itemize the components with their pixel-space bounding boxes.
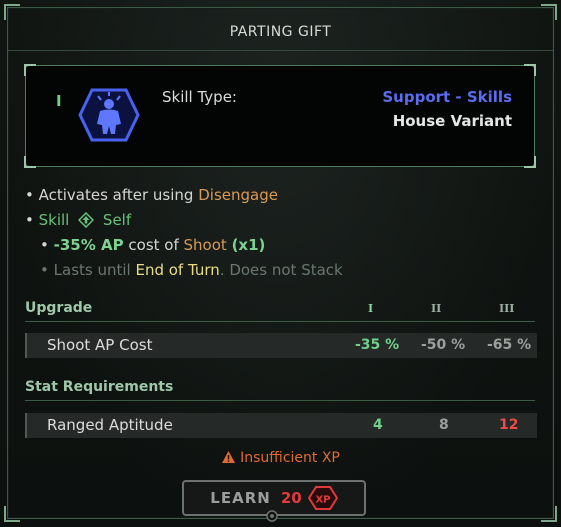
keyword-skill: Skill: [38, 211, 70, 229]
frame-corner: [541, 506, 557, 522]
tier-1-label: I: [368, 302, 374, 315]
skill-header-card: I Skill Type: Support - Skills House Var…: [24, 64, 536, 168]
requirement-row: Ranged Aptitude 4 8 12: [25, 413, 537, 438]
keyword-self: Self: [102, 211, 132, 229]
keyword-end-of-turn: End of Turn: [135, 261, 220, 279]
requirements-heading: Stat Requirements: [25, 379, 174, 395]
frame-corner: [4, 4, 20, 20]
skill-title: PARTING GIFT: [229, 24, 332, 40]
upgrade-heading: Upgrade: [25, 300, 93, 316]
frame-corner: [4, 506, 20, 522]
tier-2-label: II: [431, 302, 442, 315]
tier-1-requirement: 4: [373, 417, 383, 433]
support-figure-icon: [78, 88, 140, 142]
multiplier: (x1): [231, 236, 266, 254]
tier-2-value: -50 %: [421, 337, 466, 353]
tier-indicator: I: [56, 92, 62, 110]
title-divider: [8, 50, 553, 51]
svg-text:XP: XP: [315, 495, 330, 506]
skill-tooltip-panel: PARTING GIFT I Skill Type: Support - Ski…: [0, 0, 561, 527]
effect-line-duration: • Lasts until End of Turn. Does not Stac…: [40, 261, 343, 279]
keyword-shoot: Shoot: [183, 236, 227, 254]
effect-line-cost: • -35% AP cost of Shoot (x1): [40, 236, 266, 254]
xp-badge-icon: XP: [307, 486, 338, 510]
upgrade-row: Shoot AP Cost -35 % -50 % -65 %: [25, 333, 537, 358]
requirement-row-label: Ranged Aptitude: [47, 416, 173, 434]
keyword-disengage: Disengage: [198, 186, 278, 204]
tier-2-requirement: 8: [439, 417, 449, 433]
skill-type-label: Skill Type:: [162, 88, 237, 106]
self-target-icon: [78, 212, 95, 228]
frame-corner: [541, 4, 557, 20]
skill-type-value: Support - Skills: [382, 88, 512, 106]
tier-3-requirement: 12: [499, 417, 519, 433]
effect-line-target: • Skill Self: [25, 211, 132, 229]
warning-icon: [222, 451, 236, 463]
effect-line-trigger: • Activates after using Disengage: [25, 186, 278, 204]
insufficient-xp-warning: Insufficient XP: [0, 450, 561, 466]
learn-button-label: LEARN: [210, 489, 271, 507]
button-anchor-icon: [266, 510, 278, 522]
tier-3-label: III: [499, 302, 515, 315]
tier-3-value: -65 %: [487, 337, 532, 353]
upgrade-section-header: Upgrade I II III: [25, 299, 535, 322]
upgrade-row-label: Shoot AP Cost: [47, 336, 153, 354]
xp-cost: 20: [280, 489, 302, 507]
warning-text: Insufficient XP: [240, 450, 340, 466]
ap-reduction-value: -35% AP: [53, 236, 124, 254]
requirements-section-header: Stat Requirements: [25, 378, 535, 401]
skill-variant: House Variant: [392, 112, 512, 130]
effect-text: • Activates after using: [25, 186, 194, 204]
tier-1-value: -35 %: [355, 337, 400, 353]
